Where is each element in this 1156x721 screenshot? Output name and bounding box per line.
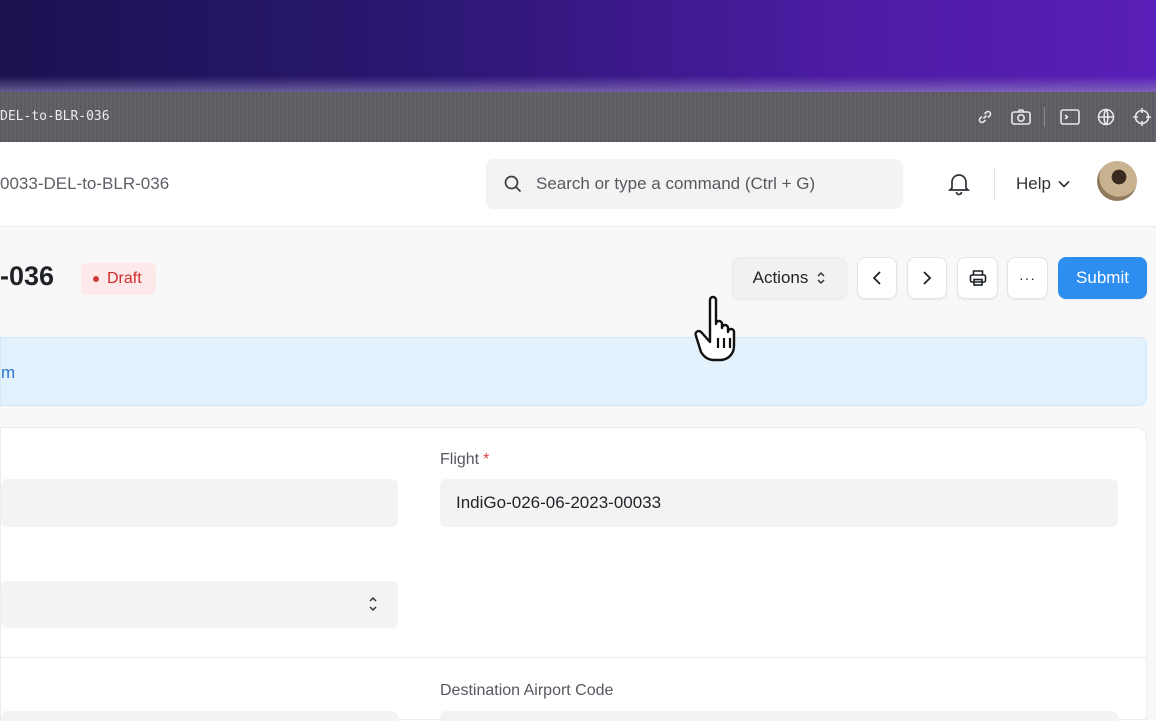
desktop-background [0, 0, 1156, 92]
toolbar-separator [1044, 107, 1045, 127]
camera-icon[interactable] [1008, 105, 1034, 129]
search-placeholder: Search or type a command (Ctrl + G) [536, 174, 816, 193]
notification-bell-icon[interactable] [946, 171, 972, 197]
more-options-button[interactable]: ··· [1007, 257, 1048, 299]
left-select-field[interactable] [1, 581, 398, 628]
required-marker: * [483, 451, 490, 468]
terminal-icon[interactable] [1057, 105, 1083, 129]
info-banner: m [0, 337, 1147, 406]
search-bar[interactable]: Search or type a command (Ctrl + G) [486, 159, 903, 209]
status-badge: Draft [81, 263, 156, 295]
printer-icon [969, 270, 986, 286]
page-title: -036 [0, 261, 55, 291]
status-dot [93, 276, 99, 282]
flight-field[interactable]: IndiGo-026-06-2023-00033 [440, 479, 1118, 527]
submit-button[interactable]: Submit [1058, 257, 1147, 299]
chevron-left-icon [872, 271, 881, 285]
address-bar-url[interactable]: DEL-to-BLR-036 [0, 109, 110, 124]
globe-icon[interactable] [1093, 105, 1119, 129]
flight-label-text: Flight [440, 451, 480, 468]
app-navbar: 0033-DEL-to-BLR-036 Search or type a com… [0, 142, 1156, 227]
info-banner-text[interactable]: m [1, 363, 15, 383]
actions-label: Actions [752, 268, 809, 287]
help-dropdown[interactable]: Help [1016, 174, 1070, 194]
breadcrumb[interactable]: 0033-DEL-to-BLR-036 [0, 174, 169, 194]
chevron-right-icon [923, 271, 932, 285]
form-card: Flight * IndiGo-026-06-2023-00033 Destina… [0, 427, 1147, 721]
crosshair-icon[interactable] [1129, 105, 1155, 129]
hand-pointer-cursor [694, 295, 736, 362]
submit-label: Submit [1076, 268, 1129, 287]
status-text: Draft [107, 270, 142, 287]
flight-label: Flight * [440, 451, 489, 469]
help-label: Help [1016, 174, 1051, 193]
browser-toolbar: DEL-to-BLR-036 [0, 92, 1156, 142]
browser-toolbar-icons [972, 105, 1156, 129]
left-field-1[interactable] [1, 479, 398, 527]
next-record-button[interactable] [907, 257, 947, 299]
destination-airport-code-label: Destination Airport Code [440, 682, 614, 699]
section-divider [1, 657, 1146, 658]
user-avatar[interactable] [1097, 161, 1137, 201]
chevron-down-icon [1058, 180, 1070, 188]
select-arrows-icon [369, 596, 377, 612]
search-icon [504, 175, 522, 193]
more-dots-icon: ··· [1019, 270, 1036, 286]
flight-value: IndiGo-026-06-2023-00033 [456, 493, 662, 512]
navbar-separator [994, 168, 995, 200]
link-icon[interactable] [972, 105, 998, 129]
select-arrows-icon [817, 271, 825, 285]
print-button[interactable] [957, 257, 998, 299]
previous-record-button[interactable] [857, 257, 897, 299]
